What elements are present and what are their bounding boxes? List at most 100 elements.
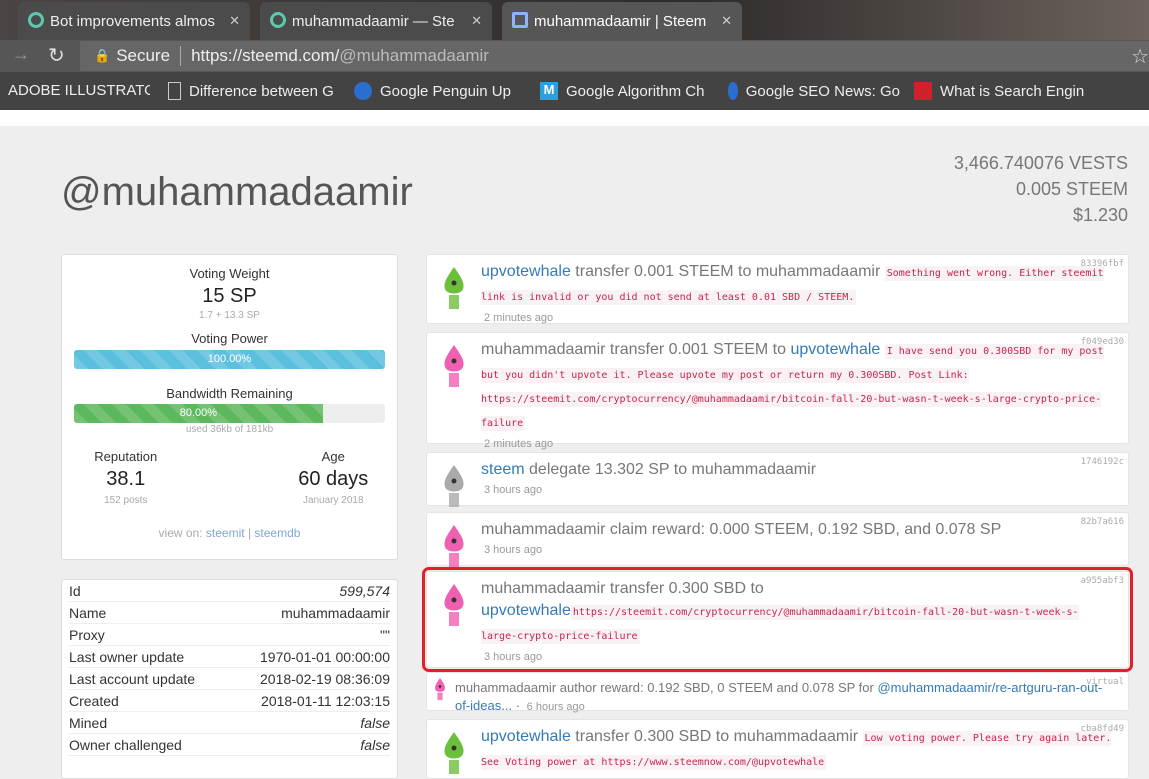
- account-info-table: Id 599,574 Name muhammadaamir Proxy "" Last ow…: [61, 579, 398, 779]
- page-title: @muhammadaamir: [61, 170, 413, 214]
- info-row: Name muhammadaamir: [69, 602, 390, 624]
- bookmark-google-penguin[interactable]: Google Penguin Up: [354, 82, 524, 100]
- info-value: false: [360, 737, 390, 753]
- steemdb-link[interactable]: steemdb: [254, 526, 300, 540]
- activity-text: transfer 0.001 STEEM to muhammadaamir: [570, 263, 885, 280]
- voting-weight-value: 15 SP: [202, 285, 257, 307]
- info-value: 1970-01-01 00:00:00: [260, 649, 390, 665]
- transaction-hash[interactable]: 82b7a616: [1081, 517, 1124, 527]
- age-label: Age: [321, 449, 345, 464]
- account-link[interactable]: upvotewhale: [790, 341, 880, 358]
- account-link[interactable]: upvotewhale: [481, 728, 571, 745]
- info-key: Created: [69, 693, 119, 709]
- posts-count: 152 posts: [104, 495, 148, 506]
- bookmark-google-algorithm[interactable]: M Google Algorithm Ch: [540, 82, 712, 100]
- close-tab-icon[interactable]: ✕: [471, 13, 482, 29]
- info-key: Last owner update: [69, 649, 185, 665]
- bandwidth-text: 80.00%: [179, 407, 218, 419]
- bookmark-adobe-illustrator[interactable]: ADOBE ILLUSTRATOR: [8, 82, 150, 99]
- timestamp: 6 hours ago: [526, 701, 585, 713]
- gear-badge-icon: [728, 82, 738, 100]
- transaction-hash[interactable]: 83396fbf: [1081, 259, 1124, 269]
- secure-label: Secure: [116, 46, 171, 65]
- pink-robot-avatar-icon: [444, 584, 464, 626]
- transaction-hash[interactable]: virtual: [1086, 677, 1124, 687]
- memo-text: https://steemit.com/cryptocurrency/@muha…: [481, 605, 1079, 644]
- transaction-hash[interactable]: a955abf3: [1081, 576, 1124, 586]
- activity-item: 82b7a616 muhammadaamir claim reward: 0.0…: [426, 512, 1129, 567]
- bookmark-search-engine[interactable]: What is Search Engin: [914, 82, 1088, 100]
- address-bar[interactable]: 🔒 Secure https://steemd.com/@muhammadaam…: [80, 41, 1149, 71]
- voting-weight-detail: 1.7 + 13.3 SP: [199, 310, 260, 321]
- steemit-link[interactable]: steemit: [206, 526, 245, 540]
- pink-robot-avatar-icon: [444, 525, 464, 567]
- activity-item: 83396fbf upvotewhale transfer 0.001 STEE…: [426, 254, 1129, 324]
- info-value: 599,574: [339, 583, 390, 599]
- account-link[interactable]: steem: [481, 461, 525, 478]
- activity-item: cba8fd49 upvotewhale transfer 0.300 SBD …: [426, 719, 1129, 779]
- timestamp: 2 minutes ago: [484, 312, 554, 324]
- tab-title: muhammadaamir — Ste: [292, 12, 455, 30]
- bookmark-difference-between[interactable]: Difference between G: [168, 82, 338, 100]
- info-value: muhammadaamir: [281, 605, 390, 621]
- activity-text: muhammadaamir claim reward: 0.000 STEEM,…: [481, 521, 1002, 538]
- close-tab-icon[interactable]: ✕: [721, 13, 732, 29]
- info-value: "": [380, 627, 390, 643]
- info-row: Last account update 2018-02-19 08:36:09: [69, 668, 390, 690]
- info-value: 2018-01-11 12:03:15: [261, 693, 390, 709]
- w-logo-icon: [914, 82, 932, 100]
- tab-title: muhammadaamir | Steem: [534, 12, 707, 30]
- info-row: Owner challenged false: [69, 734, 390, 756]
- steem-favicon-icon: [512, 12, 528, 28]
- timestamp: 2 minutes ago: [484, 438, 554, 450]
- tab-title: Bot improvements almos: [50, 12, 216, 30]
- info-value: 2018-02-19 08:36:09: [260, 671, 390, 687]
- url-path: @muhammadaamir: [339, 46, 489, 65]
- bandwidth-label: Bandwidth Remaining: [166, 386, 293, 401]
- account-link[interactable]: upvotewhale: [481, 263, 571, 280]
- tab-favicon-icon: [28, 12, 44, 28]
- gear-badge-icon: [354, 82, 372, 100]
- bookmark-star-icon[interactable]: ☆: [1131, 44, 1149, 69]
- tab-bot-improvements[interactable]: Bot improvements almos ✕: [18, 2, 250, 40]
- account-link[interactable]: upvotewhale: [481, 602, 571, 619]
- activity-text: muhammadaamir author reward: 0.192 SBD, …: [455, 680, 878, 695]
- pink-robot-avatar-icon: [444, 345, 464, 387]
- info-key: Last account update: [69, 671, 196, 687]
- browser-toolbar: → ↻ 🔒 Secure https://steemd.com/@muhamma…: [0, 40, 1149, 72]
- activity-text: transfer 0.300 SBD to muhammadaamir: [570, 728, 863, 745]
- reputation-label: Reputation: [94, 449, 158, 464]
- transaction-hash[interactable]: 1746192c: [1081, 457, 1124, 467]
- activity-item: f049ed30 muhammadaamir transfer 0.001 ST…: [426, 332, 1129, 450]
- tab-favicon-icon: [270, 12, 286, 28]
- info-key: Mined: [69, 715, 108, 731]
- info-row: Mined false: [69, 712, 390, 734]
- lock-icon: 🔒: [94, 48, 111, 63]
- bookmark-label: Difference between G: [189, 82, 334, 100]
- timestamp: 3 hours ago: [484, 484, 543, 496]
- bookmark-google-seo-news[interactable]: Google SEO News: Go: [728, 82, 900, 100]
- view-on-links: view on: steemit | steemdb: [62, 526, 397, 540]
- transaction-hash[interactable]: cba8fd49: [1081, 724, 1124, 734]
- info-row: Proxy "": [69, 624, 390, 646]
- reload-icon[interactable]: ↻: [48, 43, 65, 68]
- close-tab-icon[interactable]: ✕: [229, 13, 240, 29]
- activity-text: muhammadaamir transfer 0.001 STEEM to: [481, 341, 791, 358]
- forward-icon[interactable]: →: [12, 44, 30, 65]
- tab-muhammadaamir-steemit[interactable]: muhammadaamir — Ste ✕: [260, 2, 492, 40]
- pink-robot-avatar-icon: [435, 678, 445, 700]
- tab-muhammadaamir-steemd[interactable]: muhammadaamir | Steem ✕: [502, 2, 742, 40]
- bookmark-label: ADOBE ILLUSTRATOR: [8, 82, 150, 99]
- voting-power-fill: 100.00%: [74, 350, 385, 369]
- activity-item: 1746192c steem delegate 13.302 SP to muh…: [426, 452, 1129, 507]
- voting-panel: Voting Weight 15 SP 1.7 + 13.3 SP Voting…: [61, 254, 398, 560]
- age-value: 60 days: [298, 468, 369, 490]
- gray-robot-avatar-icon: [444, 465, 464, 507]
- activity-item: a955abf3 muhammadaamir transfer 0.300 SB…: [422, 567, 1133, 672]
- page-content: @muhammadaamir 3,466.740076 VESTS 0.005 …: [0, 110, 1149, 779]
- transaction-hash[interactable]: f049ed30: [1081, 337, 1124, 347]
- info-key: Name: [69, 605, 107, 621]
- steem-balance: 0.005 STEEM: [1015, 179, 1128, 199]
- bookmark-label: What is Search Engin: [940, 82, 1085, 100]
- bookmark-label: Google Penguin Up: [380, 82, 511, 100]
